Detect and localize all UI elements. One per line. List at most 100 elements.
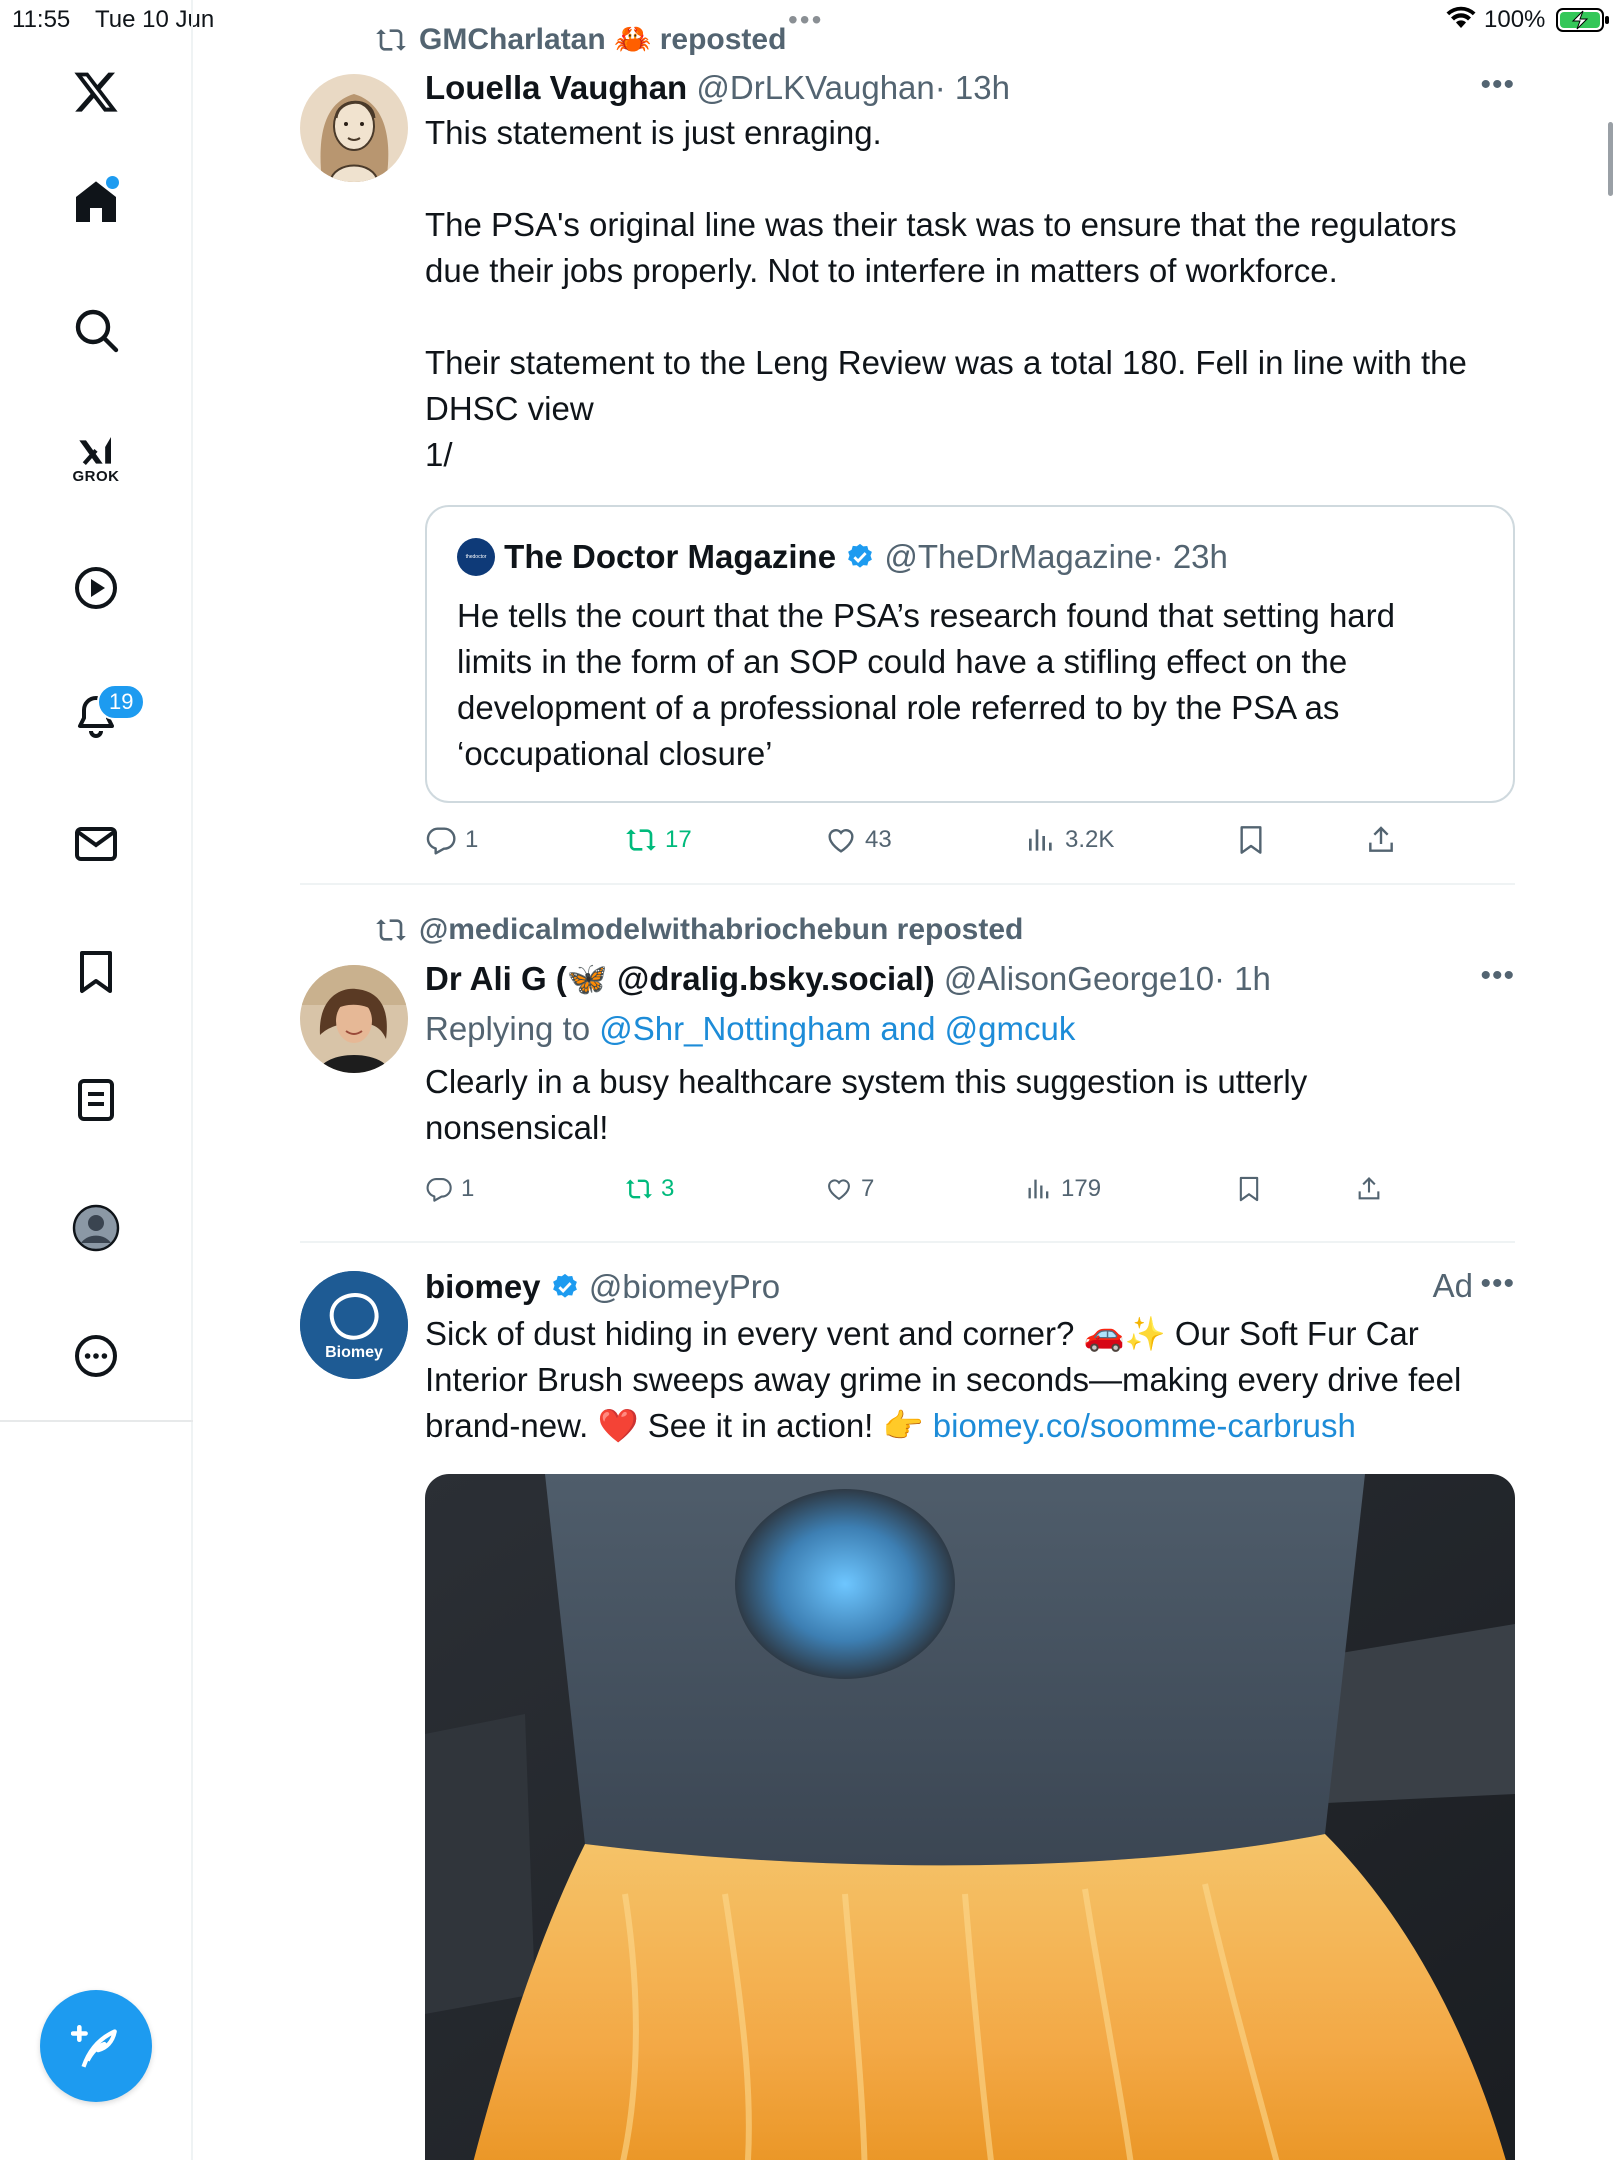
repost-icon [376,919,406,941]
tweet-header: Dr Ali G (🦋 @dralig.bsky.social) @Alison… [425,959,1515,999]
ad-link[interactable]: biomey.co/soomme-carbrush [933,1407,1356,1444]
nav-home[interactable] [56,162,136,242]
promoted-tweet[interactable]: Biomey biomey @biomeyPro Ad ••• Sick of … [195,1243,1608,2160]
nav-bookmarks[interactable] [56,932,136,1012]
share-button[interactable] [1365,824,1397,856]
reply-count: 1 [461,1175,475,1202]
verified-badge-icon [848,543,873,568]
replying-prefix: Replying to [425,1010,600,1047]
caricature-avatar [300,74,408,182]
more-icon [75,1335,117,1377]
tweet-text: Sick of dust hiding in every vent and co… [425,1311,1515,1449]
heart-icon [828,1179,850,1201]
nav-grok[interactable]: GROK [56,418,136,498]
repost-icon [376,28,406,51]
tweet-time[interactable]: · 13h [935,69,1010,106]
reply-button[interactable]: 1 [425,824,478,856]
like-button[interactable]: 7 [825,1175,874,1203]
tweet[interactable]: @medicalmodelwithabriochebun reposted Dr… [195,885,1608,1241]
x-logo-link[interactable] [56,52,136,132]
nav-notifications[interactable]: 19 [56,676,146,756]
share-button[interactable] [1355,1175,1383,1203]
author-handle[interactable]: @DrLKVaughan [696,69,934,106]
biomey-logo-text: Biomey [325,1344,383,1361]
bookmark-button[interactable] [1235,824,1267,856]
timeline: GMCharlatan 🦀 reposted Louella Vaughan @… [195,0,1608,2160]
tweet-text: Clearly in a busy healthcare system this… [425,1063,1308,1146]
author-name[interactable]: biomey [425,1268,541,1305]
nav-search[interactable] [56,290,136,370]
quote-author-name[interactable]: The Doctor Magazine [504,538,836,575]
ad-video[interactable] [425,1474,1515,2160]
nav-more[interactable] [56,1316,136,1396]
bookmark-icon [80,951,112,993]
author-handle[interactable]: @biomeyPro [589,1268,780,1305]
quote-handle[interactable]: @TheDrMagazine [884,538,1152,575]
view-count: 179 [1061,1175,1102,1202]
tweet[interactable]: GMCharlatan 🦀 reposted Louella Vaughan @… [195,0,1608,884]
play-icon [75,567,117,609]
more-options-icon[interactable]: ••• [1480,1267,1515,1301]
view-count: 3.2K [1065,826,1115,853]
bookmark-icon [1239,1176,1259,1202]
like-button[interactable]: 43 [825,824,892,856]
tweet-header: Louella Vaughan @DrLKVaughan· 13h [425,68,1515,108]
quote-time[interactable]: · 23h [1153,538,1228,575]
views-button[interactable]: 3.2K [1025,824,1114,856]
scroll-indicator[interactable] [1608,122,1613,196]
share-icon [1369,826,1393,852]
more-options-icon[interactable]: ••• [1480,68,1515,102]
replying-to: Replying to @Shr_Nottingham and @gmcuk [425,1009,1515,1049]
author-name[interactable]: Dr Ali G (🦋 @dralig.bsky.social) [425,960,935,997]
more-options-icon[interactable]: ••• [1480,959,1515,993]
nav-lists[interactable] [56,1060,136,1140]
tweet-time[interactable]: · 1h [1214,960,1271,997]
views-chart-icon [1028,1179,1049,1199]
author-name[interactable]: Louella Vaughan [425,69,687,106]
x-logo-icon [74,72,118,112]
views-button[interactable]: 179 [1025,1175,1101,1203]
views-chart-icon [1029,829,1052,851]
reply-count: 1 [465,826,479,853]
photo-avatar [300,965,408,1073]
repost-indicator: GMCharlatan 🦀 reposted [375,22,786,57]
tweet-actions: 1 3 7 179 [425,1175,1425,1211]
bookmark-icon [1240,826,1262,854]
compose-feather-icon [71,2024,117,2068]
reply-button[interactable]: 1 [425,1175,474,1203]
search-icon [75,309,119,353]
repost-button[interactable]: 3 [625,1175,674,1203]
like-count: 7 [861,1175,875,1202]
repost-button[interactable]: 17 [625,824,692,856]
nav-video[interactable] [56,548,136,628]
grok-label: GROK [72,467,120,485]
quote-text: He tells the court that the PSA’s resear… [457,597,1395,772]
heart-icon [828,829,854,853]
car-brush-image [425,1474,1515,2160]
replying-to-links[interactable]: @Shr_Nottingham and @gmcuk [599,1010,1075,1047]
quoted-tweet[interactable]: thedoctor The Doctor Magazine @TheDrMaga… [425,505,1515,803]
reply-icon [426,827,456,855]
tweet-actions: 1 17 43 3.2K [425,824,1425,864]
compose-button[interactable] [40,1990,152,2102]
avatar[interactable]: Biomey [300,1271,408,1379]
nav-profile[interactable] [56,1188,136,1268]
avatar[interactable] [300,965,408,1073]
repost-indicator: @medicalmodelwithabriochebun reposted [375,913,1023,947]
sidebar-divider [0,1420,193,1422]
tweet-body: Louella Vaughan @DrLKVaughan· 13h ••• Th… [425,68,1515,478]
biomey-logo: Biomey [300,1271,408,1379]
bookmark-button[interactable] [1235,1175,1263,1203]
like-count: 43 [865,826,892,853]
nav-messages[interactable] [56,804,136,884]
notification-badge: 19 [97,684,146,720]
repost-by[interactable]: @medicalmodelwithabriochebun reposted [419,913,1023,947]
repost-by[interactable]: GMCharlatan 🦀 reposted [419,22,786,57]
author-handle[interactable]: @AlisonGeorge10 [944,960,1214,997]
avatar[interactable] [300,74,408,182]
repost-count: 17 [665,826,692,853]
mail-icon [75,827,117,861]
avatar-icon [72,1204,120,1252]
tweet-body: Dr Ali G (🦋 @dralig.bsky.social) @Alison… [425,959,1515,1151]
quote-avatar[interactable]: thedoctor [457,538,495,576]
